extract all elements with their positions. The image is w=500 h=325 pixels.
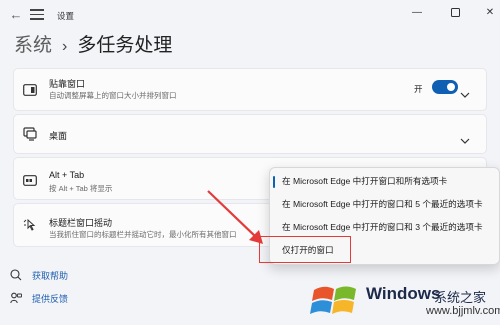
watermark-url: www.bjjmlv.com (426, 305, 500, 317)
dropdown-option[interactable]: 在 Microsoft Edge 中打开窗口和所有选项卡 (270, 170, 500, 192)
alt-tab-subtitle: 按 Alt + Tab 将显示 (49, 184, 113, 193)
chevron-down-icon[interactable] (460, 85, 470, 98)
give-feedback-link[interactable]: 提供反馈 (32, 292, 68, 305)
alt-tab-icon (23, 173, 37, 187)
desktop-monitor-icon (23, 127, 37, 141)
shake-cursor-icon (23, 218, 37, 232)
highlight-box (259, 236, 351, 263)
title-bar: ← 设置 — ✕ (0, 0, 500, 30)
desktops-card[interactable]: 桌面 (13, 114, 487, 154)
dropdown-option[interactable]: 在 Microsoft Edge 中打开的窗口和 3 个最近的选项卡 (270, 216, 500, 238)
dropdown-option[interactable]: 在 Microsoft Edge 中打开的窗口和 5 个最近的选项卡 (270, 193, 500, 215)
selected-indicator (273, 176, 275, 188)
feedback-icon (10, 291, 22, 304)
breadcrumb: 系统 › 多任务处理 (14, 30, 172, 56)
alt-tab-title: Alt + Tab (49, 170, 85, 180)
breadcrumb-separator: › (62, 38, 68, 55)
snap-title: 贴靠窗口 (49, 79, 86, 89)
window-title: 设置 (57, 11, 75, 21)
page-title: 多任务处理 (77, 35, 173, 56)
watermark-brand-cn: 系统之家 (434, 290, 487, 305)
chevron-down-icon[interactable] (460, 131, 470, 144)
back-arrow-icon[interactable]: ← (8, 8, 24, 22)
get-help-link[interactable]: 获取帮助 (32, 269, 68, 282)
watermark: Windows 系统之家 www.bjjmlv.com (306, 278, 500, 325)
windows-logo-icon (310, 286, 356, 314)
toggle-knob (447, 83, 455, 91)
snap-windows-card[interactable]: 贴靠窗口 自动调整屏幕上的窗口大小并排列窗口 开 (13, 68, 487, 111)
minimize-icon[interactable]: — (405, 4, 429, 22)
toggle-state-label: 开 (414, 84, 423, 94)
shake-title: 标题栏窗口摇动 (49, 218, 113, 228)
breadcrumb-parent[interactable]: 系统 (14, 35, 52, 56)
close-icon[interactable]: ✕ (478, 4, 500, 22)
red-arrow-annotation (207, 190, 263, 244)
snap-toggle[interactable] (432, 80, 458, 94)
snap-window-icon (23, 83, 37, 97)
desktops-title: 桌面 (49, 131, 68, 141)
help-icon (10, 268, 22, 281)
watermark-brand: Windows (366, 284, 441, 303)
snap-subtitle: 自动调整屏幕上的窗口大小并排列窗口 (49, 91, 177, 100)
maximize-icon[interactable] (443, 4, 467, 22)
hamburger-menu-icon[interactable] (30, 9, 44, 21)
